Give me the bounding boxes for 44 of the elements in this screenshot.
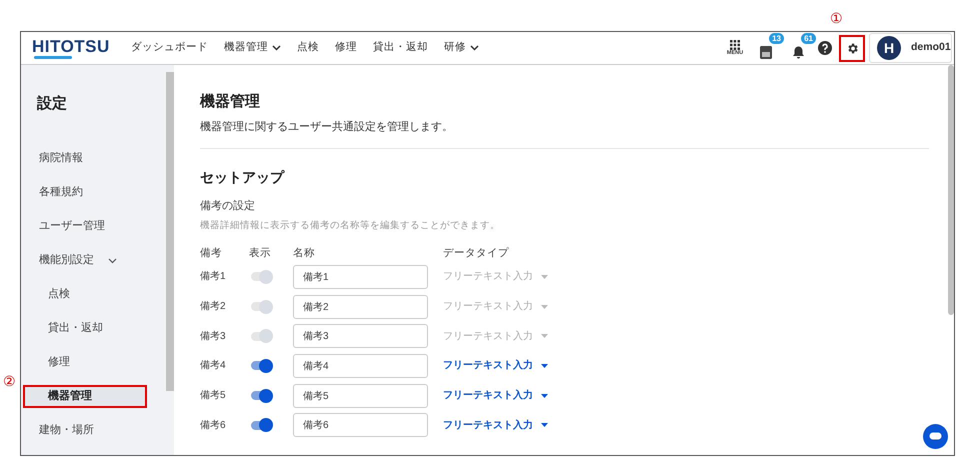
column-header: 備考 (200, 246, 223, 262)
avatar: H (877, 36, 901, 60)
sidebar-item[interactable]: 機器管理 (23, 385, 147, 408)
data-type-dropdown[interactable]: フリーテキスト入力 (443, 418, 548, 433)
hint-text: 機器詳細情報に表示する備考の名称等を編集することができます。 (200, 219, 501, 232)
nav-link[interactable]: 点検 (296, 38, 320, 58)
nav-link[interactable]: 研修 (442, 38, 480, 58)
annotation-marker: ② (3, 374, 16, 391)
count-badge: 13 (769, 33, 784, 44)
sidebar-item[interactable]: ユーザー管理 (23, 215, 147, 238)
column-header: データタイプ (443, 246, 510, 262)
count-badge: 61 (801, 33, 816, 44)
row-label: 備考5 (200, 388, 227, 404)
sidebar-item[interactable]: 機能別設定 (23, 249, 147, 272)
name-input[interactable]: 備考4 (293, 354, 428, 378)
page-description: 機器管理に関するユーザー共通設定を管理します。 (200, 120, 454, 134)
column-header: 名称 (293, 246, 316, 262)
column-header: 表示 (249, 246, 272, 262)
row-label: 備考4 (200, 358, 227, 374)
name-input[interactable]: 備考6 (293, 413, 428, 438)
row-label: 備考1 (200, 270, 227, 284)
nav-link[interactable]: 修理 (334, 38, 358, 58)
hitotsu-logo[interactable]: HITOTSU (32, 38, 110, 58)
nav-link[interactable]: ダッシュボード (130, 38, 209, 58)
nav-link[interactable]: 貸出・返却 (372, 38, 429, 58)
sidebar-item[interactable]: 点検 (23, 283, 147, 306)
data-type-dropdown[interactable]: フリーテキスト入力 (443, 358, 548, 374)
sidebar-item[interactable]: 建物・場所 (23, 419, 147, 442)
sidebar-item[interactable]: 各種規約 (23, 181, 147, 204)
data-type-dropdown[interactable]: フリーテキスト入力 (443, 388, 548, 404)
annotation-marker: ① (830, 11, 843, 28)
name-input[interactable]: 備考5 (293, 384, 428, 408)
row-label: 備考2 (200, 300, 227, 314)
sidebar-item[interactable]: 修理 (23, 351, 147, 374)
sidebar-title: 設定 (37, 94, 68, 114)
page-title: 機器管理 (200, 92, 261, 112)
sidebar-item[interactable]: 病院情報 (23, 147, 147, 170)
row-label: 備考6 (200, 418, 227, 433)
sidebar-item[interactable]: 貸出・返却 (23, 317, 147, 340)
section-title: セットアップ (200, 168, 286, 186)
row-label: 備考3 (200, 330, 227, 344)
nav-link[interactable]: 機器管理 (222, 38, 282, 58)
subsection-title: 備考の設定 (200, 199, 256, 213)
user-menu[interactable]: H demo01 (869, 33, 952, 63)
